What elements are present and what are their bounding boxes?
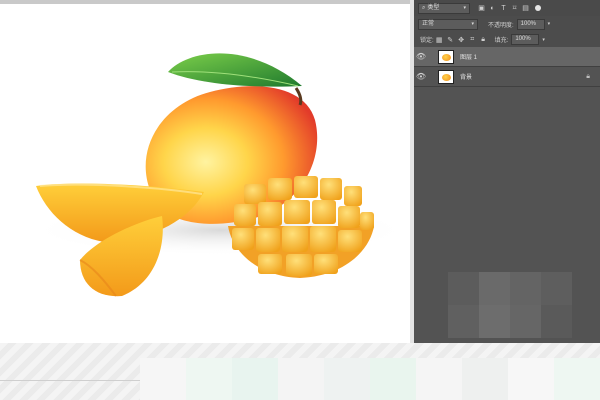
chevron-down-icon[interactable]: ▾ [542, 37, 545, 43]
layer-thumbnail [438, 49, 454, 64]
lock-icon[interactable]: 🔒︎ [586, 73, 590, 81]
lock-brush-icon[interactable]: ✎ [447, 36, 454, 44]
layer-row-background[interactable]: 👁︎ 背景 🔒︎ [414, 67, 600, 87]
chevron-down-icon: ▾ [463, 4, 466, 11]
document-canvas[interactable] [0, 0, 414, 343]
lock-all-icon[interactable]: 🔒︎ [480, 36, 487, 43]
blend-row: 正常 ▾ 不透明度: 100% ▾ [414, 16, 600, 33]
blurred-tiles [140, 358, 600, 400]
search-icon: ⌕ [422, 4, 426, 11]
mango-leaf [168, 53, 302, 87]
filter-kind-select[interactable]: ⌕ 类型 ▾ [418, 2, 470, 14]
opacity-label: 不透明度: [488, 22, 514, 29]
smartobject-filter-icon[interactable]: ▤ [522, 5, 529, 12]
canvas-top-edge [0, 0, 414, 4]
visibility-eye-icon[interactable]: 👁︎ [414, 52, 428, 61]
layer-name[interactable]: 图层 1 [460, 52, 600, 61]
adjustment-filter-icon[interactable]: ◐ [489, 5, 496, 12]
blend-mode-label: 正常 [422, 20, 435, 27]
layer-filter-row: ⌕ 类型 ▾ ▣ ◐ T ⌑ ▤ [414, 0, 600, 17]
blend-mode-select[interactable]: 正常 ▾ [418, 18, 478, 30]
lock-position-icon[interactable]: ✥ [458, 36, 465, 44]
visibility-eye-icon[interactable]: 👁︎ [414, 72, 428, 81]
mango-artwork [30, 53, 410, 297]
shape-filter-icon[interactable]: ⌑ [511, 5, 518, 12]
fill-label: 填充: [494, 38, 509, 44]
opacity-value: 100% [520, 20, 537, 27]
image-filter-icon[interactable]: ▣ [478, 5, 485, 12]
layer-thumbnail [438, 69, 454, 84]
layer-row-layer-1[interactable]: 👁︎ 图层 1 [414, 47, 600, 67]
type-filter-icon[interactable]: T [500, 5, 507, 12]
fill-input[interactable]: 100% [511, 34, 540, 45]
fill-value: 100% [515, 36, 531, 42]
mosaic-overlay [448, 272, 572, 338]
lock-transparent-icon[interactable]: ▦ [436, 36, 443, 44]
lock-row: 锁定: ▦ ✎ ✥ ⌗ 🔒︎ 填充: 100% ▾ [414, 32, 600, 48]
lock-artboard-icon[interactable]: ⌗ [469, 36, 476, 43]
opacity-input[interactable]: 100% [516, 18, 545, 30]
chevron-down-icon: ▾ [471, 20, 474, 27]
bottom-divider [0, 380, 140, 381]
filter-toggle-icon[interactable] [535, 5, 541, 11]
filter-kind-label: 类型 [427, 4, 440, 11]
lock-label: 锁定: [420, 38, 434, 44]
chevron-down-icon[interactable]: ▾ [548, 21, 551, 27]
layer-name[interactable]: 背景 [460, 72, 586, 81]
